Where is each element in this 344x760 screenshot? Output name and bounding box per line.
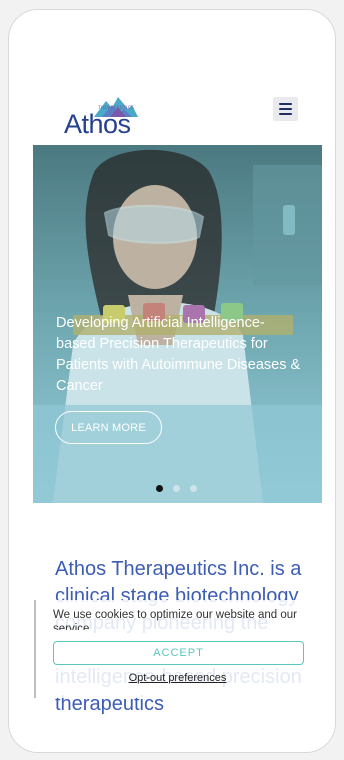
logo-text: Athos [64,109,131,139]
carousel-dot-3[interactable] [190,485,197,492]
hamburger-menu-icon[interactable] [273,97,298,121]
carousel-dot-1[interactable] [156,485,163,492]
hero-title: Developing Artificial Intelligence-based… [56,315,301,394]
carousel-dot-2[interactable] [173,485,180,492]
optout-preferences-link[interactable]: Opt-out preferences [36,672,319,684]
phone-frame: THERAPEUTICS Athos Developing Artificial… [8,9,336,753]
athos-logo[interactable]: THERAPEUTICS Athos [64,95,144,141]
learn-more-button[interactable]: LEARN MORE [55,411,162,444]
cookie-banner: We use cookies to optimize our website a… [34,600,309,698]
menu-bar [279,108,292,110]
hero-slider: Developing Artificial Intelligence-based… [33,145,322,503]
menu-bar [279,113,292,115]
menu-bar [279,103,292,105]
accept-cookies-button[interactable]: ACCEPT [53,641,304,665]
carousel-dots [156,485,197,492]
cookie-message: We use cookies to optimize our website a… [53,609,297,630]
